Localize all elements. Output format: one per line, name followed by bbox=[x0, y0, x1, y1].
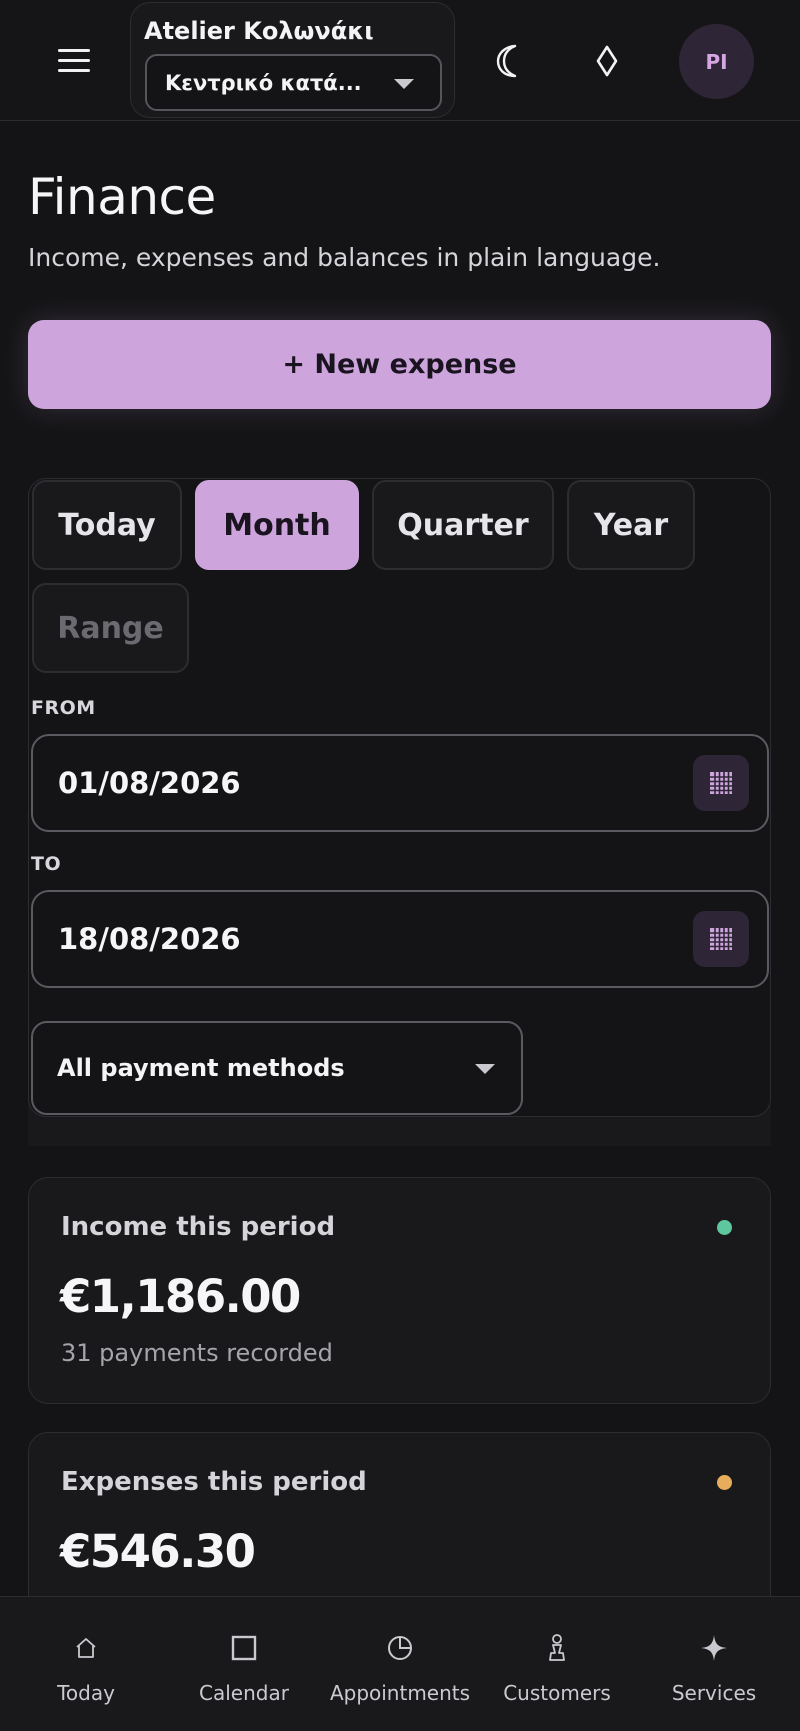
income-note: 31 payments recorded bbox=[61, 1339, 333, 1367]
chevron-down-icon bbox=[475, 1064, 495, 1074]
page-subtitle: Income, expenses and balances in plain l… bbox=[28, 243, 661, 272]
nav-label: Customers bbox=[503, 1681, 611, 1705]
moon-icon[interactable] bbox=[480, 33, 536, 89]
expenses-status-dot bbox=[717, 1475, 732, 1490]
tab-month[interactable]: Month bbox=[195, 480, 359, 570]
sparkle-icon bbox=[697, 1631, 731, 1665]
page-title: Finance bbox=[28, 168, 216, 226]
bottom-nav: Today Calendar Appointments Customers Se… bbox=[0, 1596, 800, 1731]
new-expense-button[interactable]: + New expense bbox=[28, 320, 771, 409]
nav-item-calendar[interactable]: Calendar bbox=[164, 1597, 324, 1731]
person-icon bbox=[540, 1631, 574, 1665]
diamond-icon[interactable] bbox=[579, 33, 635, 89]
finance-screen: Atelier Κολωνάκι Κεντρικό κατά... PI Fin… bbox=[0, 0, 800, 1731]
nav-label: Calendar bbox=[199, 1681, 289, 1705]
calendar-picker-icon[interactable] bbox=[693, 911, 749, 967]
nav-item-appointments[interactable]: Appointments bbox=[320, 1597, 480, 1731]
calendar-icon bbox=[227, 1631, 261, 1665]
income-label: Income this period bbox=[61, 1212, 336, 1242]
workspace-name: Atelier Κολωνάκι bbox=[144, 17, 374, 45]
chevron-down-icon bbox=[394, 78, 414, 89]
from-label: FROM bbox=[31, 697, 96, 719]
payment-method-select[interactable]: All payment methods bbox=[31, 1021, 523, 1115]
tab-year[interactable]: Year bbox=[567, 480, 695, 570]
location-select-value: Κεντρικό κατά... bbox=[165, 70, 362, 95]
nav-label: Services bbox=[671, 1681, 757, 1705]
calendar-picker-icon[interactable] bbox=[693, 755, 749, 811]
workspace-switcher: Atelier Κολωνάκι Κεντρικό κατά... bbox=[130, 2, 455, 118]
payment-method-value: All payment methods bbox=[57, 1054, 345, 1082]
home-icon bbox=[69, 1631, 103, 1665]
avatar[interactable]: PI bbox=[679, 24, 754, 99]
from-date-input[interactable]: 01/08/2026 bbox=[31, 734, 769, 832]
to-date-input[interactable]: 18/08/2026 bbox=[31, 890, 769, 988]
expenses-value: €546.30 bbox=[60, 1525, 256, 1578]
location-select[interactable]: Κεντρικό κατά... bbox=[145, 54, 442, 111]
clock-icon bbox=[383, 1631, 417, 1665]
nav-label: Appointments bbox=[329, 1681, 471, 1705]
tab-today[interactable]: Today bbox=[32, 480, 182, 570]
top-bar: Atelier Κολωνάκι Κεντρικό κατά... PI bbox=[0, 0, 800, 121]
menu-icon[interactable] bbox=[50, 36, 98, 84]
income-status-dot bbox=[717, 1220, 732, 1235]
nav-item-services[interactable]: Services bbox=[634, 1597, 794, 1731]
nav-item-today[interactable]: Today bbox=[6, 1597, 166, 1731]
to-label: TO bbox=[31, 853, 62, 875]
nav-label: Today bbox=[57, 1681, 115, 1705]
tab-range[interactable]: Range bbox=[32, 583, 189, 673]
tab-quarter[interactable]: Quarter bbox=[372, 480, 554, 570]
to-date-value: 18/08/2026 bbox=[58, 922, 241, 956]
income-value: €1,186.00 bbox=[60, 1270, 301, 1323]
from-date-value: 01/08/2026 bbox=[58, 766, 241, 800]
income-card: Income this period €1,186.00 31 payments… bbox=[28, 1177, 771, 1404]
expenses-label: Expenses this period bbox=[61, 1467, 367, 1497]
nav-item-customers[interactable]: Customers bbox=[477, 1597, 637, 1731]
